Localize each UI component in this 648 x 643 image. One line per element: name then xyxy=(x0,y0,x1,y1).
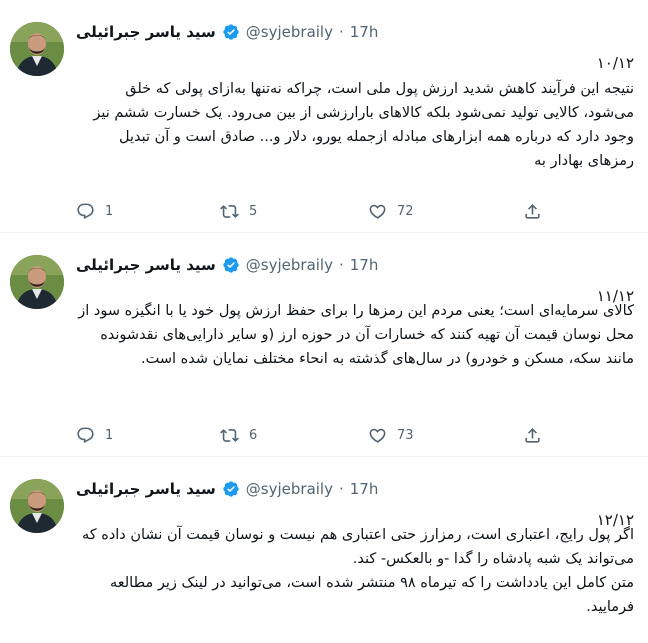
avatar[interactable] xyxy=(10,479,64,533)
share-button[interactable] xyxy=(523,423,542,447)
timestamp[interactable]: 17h xyxy=(350,480,379,498)
retweet-icon xyxy=(220,202,239,221)
author-name[interactable]: سید یاسر جبرائیلی xyxy=(76,23,216,41)
heart-icon xyxy=(368,202,387,221)
tweet-actions: 1 6 73 xyxy=(76,423,546,447)
tweet[interactable]: سید یاسر جبرائیلی @syjebraily · 17h ۱۱/۱… xyxy=(0,233,648,457)
like-button[interactable]: 73 xyxy=(368,423,414,447)
retweet-count: 5 xyxy=(249,203,258,219)
tweet-thread: سید یاسر جبرائیلی @syjebraily · 17h ۱۰/۱… xyxy=(0,0,648,643)
retweet-button[interactable]: 6 xyxy=(220,423,257,447)
tweet-paragraph: کالای سرمایه‌ای است؛ یعنی مردم این رمزها… xyxy=(78,303,634,367)
tweet-header: سید یاسر جبرائیلی @syjebraily · 17h xyxy=(76,253,378,277)
reply-button[interactable]: 1 xyxy=(76,199,113,223)
thread-index: ۱۰/۱۲ xyxy=(596,54,634,72)
reply-count: 1 xyxy=(105,203,114,219)
tweet-header: سید یاسر جبرائیلی @syjebraily · 17h xyxy=(76,20,378,44)
tweet-text: نتیجه این فرآیند کاهش شدید ارزش پول ملی … xyxy=(76,77,634,173)
like-count: 73 xyxy=(397,427,414,443)
heart-icon xyxy=(368,426,387,445)
share-icon xyxy=(523,202,542,221)
like-count: 72 xyxy=(397,203,414,219)
tweet-actions: 1 5 72 xyxy=(76,199,546,223)
avatar[interactable] xyxy=(10,255,64,309)
reply-icon xyxy=(76,202,95,221)
reply-icon xyxy=(76,426,95,445)
author-handle[interactable]: @syjebraily xyxy=(246,480,333,498)
tweet-text: اگر پول رایج، اعتباری است، رمزارز حتی اع… xyxy=(76,523,634,619)
verified-badge-icon xyxy=(222,256,240,274)
retweet-count: 6 xyxy=(249,427,258,443)
author-name[interactable]: سید یاسر جبرائیلی xyxy=(76,256,216,274)
timestamp[interactable]: 17h xyxy=(350,256,379,274)
separator-dot: · xyxy=(338,256,344,274)
reply-count: 1 xyxy=(105,427,114,443)
tweet-paragraph-2: متن کامل این یادداشت را که تیرماه ۹۸ منت… xyxy=(109,575,634,615)
tweet-paragraph: اگر پول رایج، اعتباری است، رمزارز حتی اع… xyxy=(81,527,634,567)
tweet-header: سید یاسر جبرائیلی @syjebraily · 17h xyxy=(76,477,378,501)
separator-dot: · xyxy=(338,480,344,498)
reply-button[interactable]: 1 xyxy=(76,423,113,447)
timestamp[interactable]: 17h xyxy=(350,23,379,41)
tweet[interactable]: سید یاسر جبرائیلی @syjebraily · 17h ۱۲/۱… xyxy=(0,457,648,643)
verified-badge-icon xyxy=(222,480,240,498)
share-icon xyxy=(523,426,542,445)
tweet-paragraph: نتیجه این فرآیند کاهش شدید ارزش پول ملی … xyxy=(93,81,634,169)
author-name[interactable]: سید یاسر جبرائیلی xyxy=(76,480,216,498)
author-handle[interactable]: @syjebraily xyxy=(246,23,333,41)
tweet-text: کالای سرمایه‌ای است؛ یعنی مردم این رمزها… xyxy=(76,299,634,371)
verified-badge-icon xyxy=(222,23,240,41)
retweet-button[interactable]: 5 xyxy=(220,199,257,223)
avatar[interactable] xyxy=(10,22,64,76)
tweet[interactable]: سید یاسر جبرائیلی @syjebraily · 17h ۱۰/۱… xyxy=(0,0,648,233)
share-button[interactable] xyxy=(523,199,542,223)
separator-dot: · xyxy=(338,23,344,41)
author-handle[interactable]: @syjebraily xyxy=(246,256,333,274)
retweet-icon xyxy=(220,426,239,445)
like-button[interactable]: 72 xyxy=(368,199,414,223)
